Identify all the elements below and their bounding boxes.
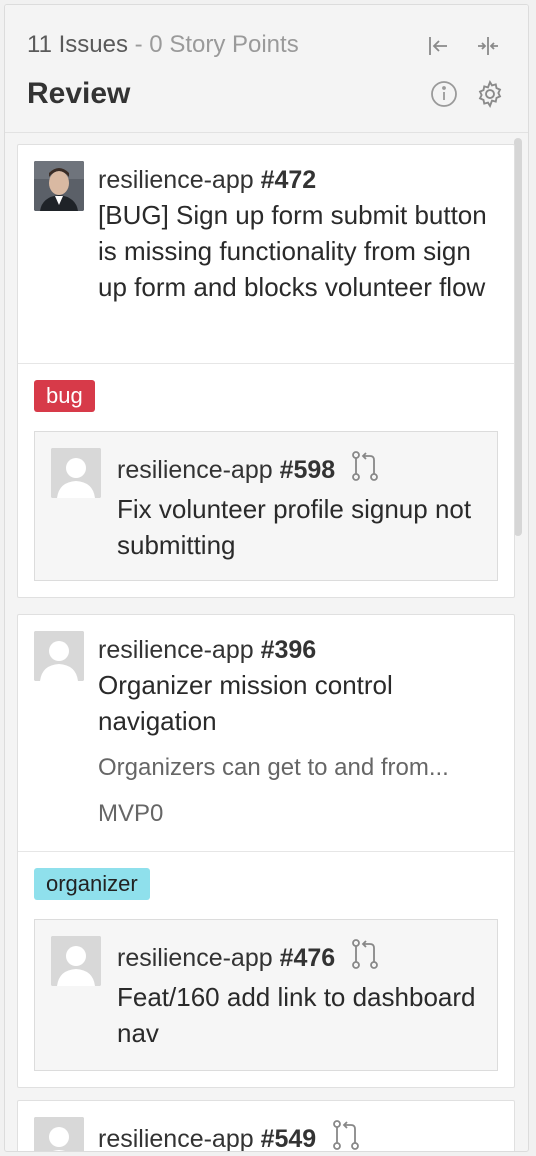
- scrollbar-thumb[interactable]: [514, 138, 522, 536]
- pr-title[interactable]: Fix volunteer profile signup not submitt…: [117, 491, 485, 563]
- epic-row[interactable]: E Organizers can get to and from...: [98, 745, 498, 791]
- issue-card[interactable]: resilience-app #472 [BUG] Sign up form s…: [17, 144, 515, 598]
- compress-column-icon[interactable]: [473, 31, 503, 61]
- release-row[interactable]: MVP0: [98, 791, 498, 837]
- story-points: 0 Story Points: [149, 31, 299, 58]
- pull-request-icon: [350, 938, 380, 979]
- issue-reference[interactable]: resilience-app #549: [98, 1119, 498, 1152]
- issue-number: #549: [260, 1125, 317, 1152]
- linked-pull-request[interactable]: resilience-app #476 Feat/160 add link to…: [34, 919, 498, 1071]
- issue-card[interactable]: resilience-app #549: [17, 1100, 515, 1152]
- column-counts: 11 Issues - 0 Story Points: [27, 31, 299, 59]
- issue-reference[interactable]: resilience-app #472: [98, 163, 498, 197]
- pr-title[interactable]: Feat/160 add link to dashboard nav: [117, 979, 485, 1051]
- pipeline-column: 11 Issues - 0 Story Points Review resili…: [4, 4, 529, 1152]
- issue-title[interactable]: [BUG] Sign up form submit button is miss…: [98, 197, 498, 305]
- column-header: 11 Issues - 0 Story Points Review: [5, 5, 528, 133]
- pipeline-title: Review: [27, 77, 131, 110]
- repo-name: resilience-app: [98, 166, 254, 194]
- issue-reference[interactable]: resilience-app #396: [98, 633, 498, 667]
- pr-repo-name: resilience-app: [117, 944, 273, 972]
- epic-name: Organizers can get to and from...: [98, 754, 449, 781]
- issue-list[interactable]: resilience-app #472 [BUG] Sign up form s…: [5, 134, 528, 1151]
- label-organizer[interactable]: organizer: [34, 868, 150, 900]
- repo-name: resilience-app: [98, 636, 254, 664]
- pr-repo-name: resilience-app: [117, 456, 273, 484]
- issue-card[interactable]: resilience-app #396 Organizer mission co…: [17, 614, 515, 1088]
- issue-number: #472: [260, 166, 317, 194]
- pr-number: #476: [279, 944, 336, 972]
- label-bug[interactable]: bug: [34, 380, 95, 412]
- pr-reference[interactable]: resilience-app #476: [117, 938, 485, 979]
- assignee-avatar: [34, 631, 84, 681]
- pr-author-avatar: [51, 448, 101, 498]
- assignee-avatar: [34, 1117, 84, 1151]
- pr-number: #598: [279, 456, 336, 484]
- pr-reference[interactable]: resilience-app #598: [117, 450, 485, 491]
- issue-number: #396: [260, 636, 317, 664]
- pr-author-avatar: [51, 936, 101, 986]
- collapse-column-icon[interactable]: [423, 31, 453, 61]
- settings-gear-icon[interactable]: [475, 79, 505, 109]
- pull-request-icon: [350, 450, 380, 491]
- repo-name: resilience-app: [98, 1125, 254, 1152]
- assignee-avatar: [34, 161, 84, 211]
- issue-count: 11 Issues: [27, 31, 128, 58]
- release-name: MVP0: [98, 800, 164, 827]
- issue-title[interactable]: Organizer mission control navigation: [98, 667, 498, 739]
- linked-pull-request[interactable]: resilience-app #598 Fix volunteer profil…: [34, 431, 498, 581]
- count-separator: -: [134, 31, 143, 58]
- info-icon[interactable]: [429, 79, 459, 109]
- pull-request-icon: [331, 1119, 361, 1151]
